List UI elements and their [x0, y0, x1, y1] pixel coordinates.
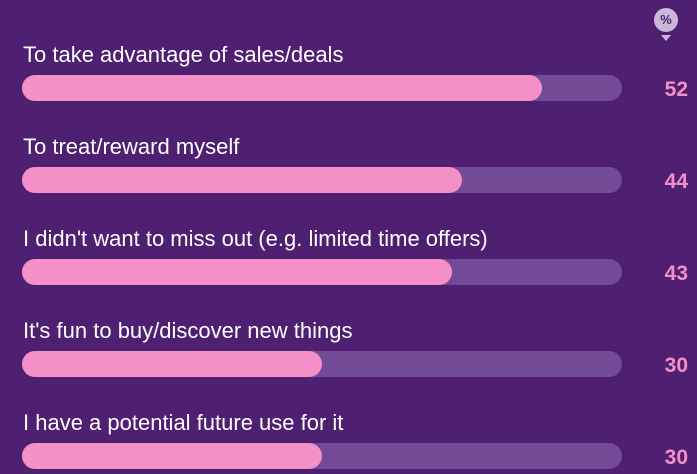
bar	[22, 351, 322, 377]
value-label: 30	[665, 354, 688, 377]
category-label: It's fun to buy/discover new things	[23, 318, 352, 343]
value-label: 43	[665, 262, 688, 285]
bar	[22, 75, 542, 101]
bar	[22, 443, 322, 469]
value-label: 52	[665, 78, 688, 101]
category-label: To treat/reward myself	[23, 134, 240, 159]
category-label: I didn't want to miss out (e.g. limited …	[23, 226, 488, 251]
category-label: To take advantage of sales/deals	[23, 42, 343, 67]
value-label: 44	[665, 170, 689, 193]
bar	[22, 167, 462, 193]
bar-chart: To take advantage of sales/deals 52 To tre…	[22, 42, 689, 469]
category-label: I have a potential future use for it	[23, 410, 343, 435]
bar	[22, 259, 452, 285]
value-label: 30	[665, 446, 688, 469]
